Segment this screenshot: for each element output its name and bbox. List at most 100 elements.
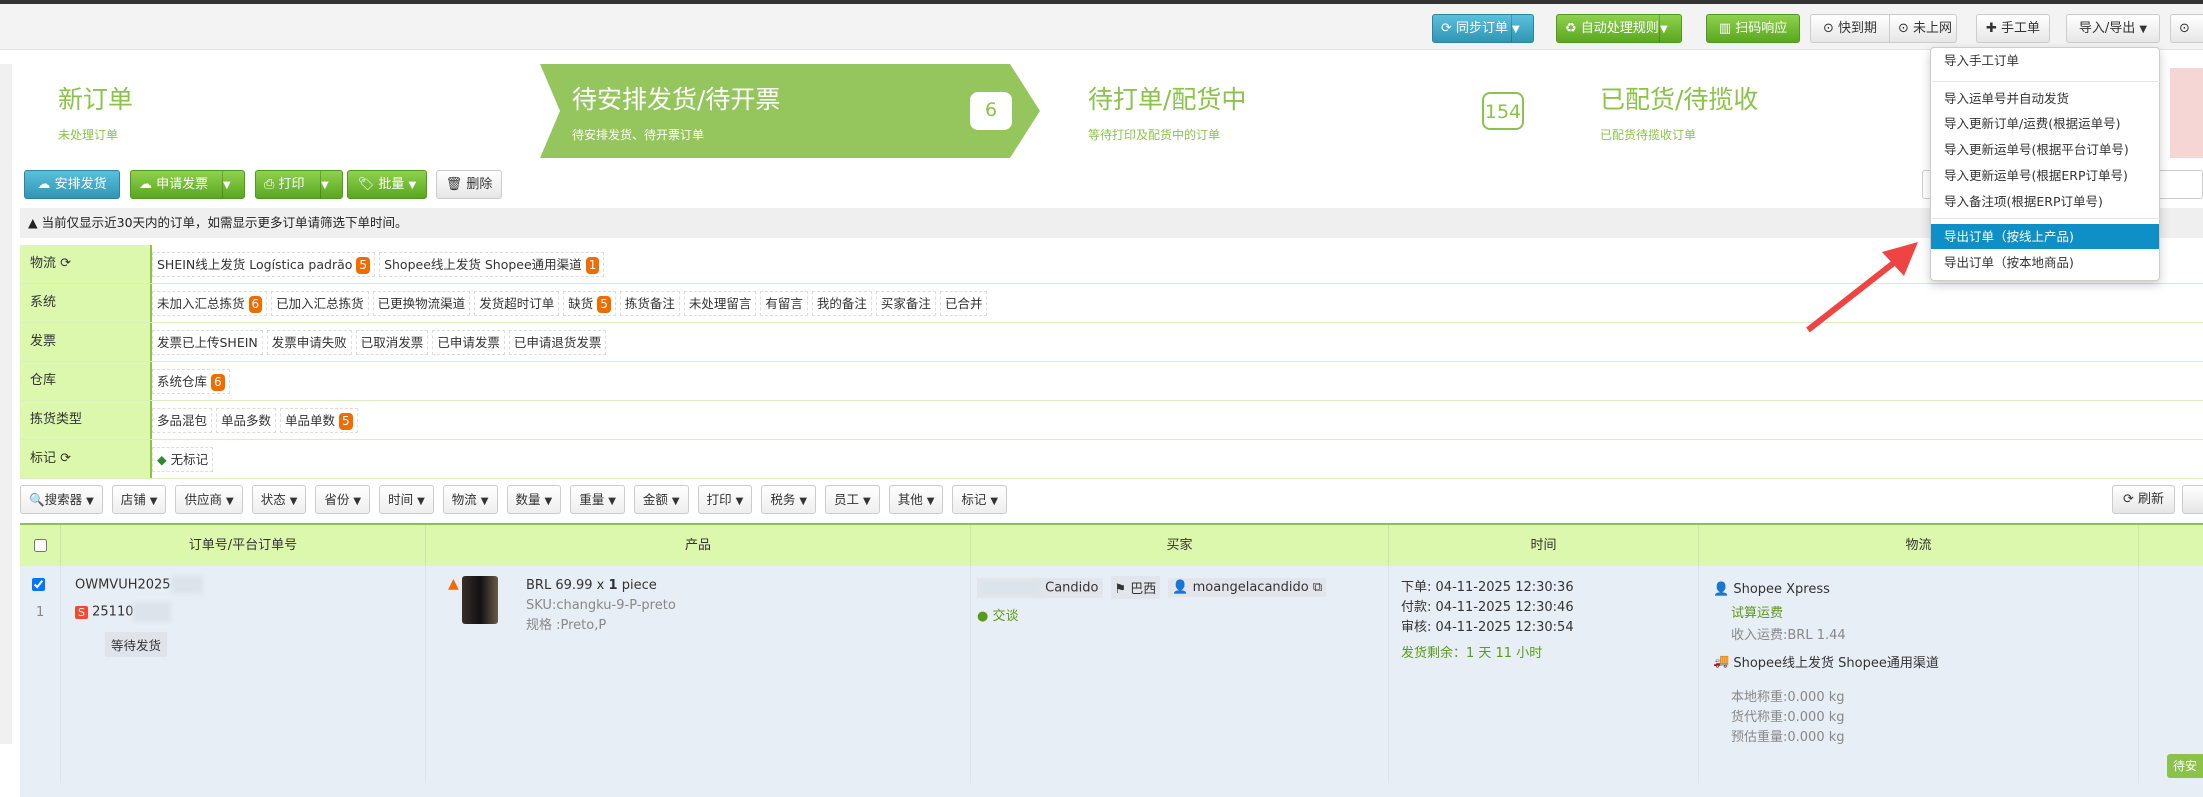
filter-chip[interactable]: 未处理留言 xyxy=(683,291,757,316)
refresh-button[interactable]: ⟳ 刷新 xyxy=(2112,485,2175,514)
sync-orders-button[interactable]: ⟳ 同步订单 ▼ xyxy=(1432,14,1534,43)
filter-chip[interactable]: 拣货备注 xyxy=(619,291,680,316)
filter-chip[interactable]: 缺货 5 xyxy=(563,291,616,316)
search-icon: 🔍 xyxy=(29,492,45,507)
recycle-icon: ♻ xyxy=(1565,21,1577,36)
stage-tab-pending-ship[interactable]: 待安排发货/待开票 待安排发货、待开票订单 6 xyxy=(540,64,1040,158)
filter-dropdown-button[interactable]: 标记 ▼ xyxy=(952,485,1008,514)
delete-button[interactable]: 🗑 删除 xyxy=(436,170,502,199)
filter-dropdown-button[interactable]: 省份 ▼ xyxy=(315,485,371,514)
apply-invoice-button[interactable]: ☁ 申请发票 ▼ xyxy=(130,170,245,199)
menu-divider xyxy=(1932,81,2160,82)
table-header: 订单号/平台订单号 产品 买家 时间 物流 xyxy=(20,523,2203,566)
menu-import-tracking-platform[interactable]: 导入更新运单号(根据平台订单号) xyxy=(1931,137,2159,162)
filter-row: 拣货类型 多品混包 单品多数 单品单数 5 xyxy=(20,401,2203,440)
more-filter-button[interactable] xyxy=(2182,485,2203,514)
invoice-dropdown-toggle[interactable]: ▼ xyxy=(222,171,244,198)
refresh-icon[interactable]: ⟳ xyxy=(60,256,71,271)
filter-dropdown-button[interactable]: 物流 ▼ xyxy=(442,485,498,514)
stage-tab-packed[interactable]: 已配货/待揽收 已配货待揽收订单 xyxy=(1565,64,1925,158)
filter-dropdown-button[interactable]: 🔍搜索器 ▼ xyxy=(20,485,103,514)
filter-chip[interactable]: 发票申请失败 xyxy=(266,330,352,355)
arrange-shipping-button[interactable]: ☁ 安排发货 xyxy=(24,170,120,199)
row-checkbox[interactable] xyxy=(32,578,45,591)
filter-dropdown-button[interactable]: 时间 ▼ xyxy=(379,485,434,514)
menu-import-manual[interactable]: 导入手工订单 xyxy=(1931,48,2159,73)
filter-button-bar: 🔍搜索器 ▼ 店铺 ▼ 供应商 ▼ 状态 ▼ 省份 ▼ 时间 ▼ 物流 ▼ 数量 ▼ 重量 ▼ 金… xyxy=(20,485,1008,514)
filter-dropdown-button[interactable]: 重量 ▼ xyxy=(570,485,625,514)
count-badge: 6 xyxy=(248,296,263,313)
filter-chip[interactable]: 已申请发票 xyxy=(432,330,505,355)
menu-export-local-product[interactable]: 导出订单（按本地商品) xyxy=(1931,250,2159,275)
expiring-button[interactable]: ⊙ 快到期 xyxy=(1810,14,1890,43)
not-online-button[interactable]: ⊙ 未上网 xyxy=(1889,14,1957,43)
caret-down-icon: ▼ xyxy=(544,496,553,507)
filter-chip[interactable]: 买家备注 xyxy=(875,291,936,316)
row-status-button[interactable]: 待安 xyxy=(2167,754,2203,778)
filter-dropdown-button[interactable]: 税务 ▼ xyxy=(761,485,817,514)
user-icon: 👤 xyxy=(1172,580,1189,595)
filter-dropdown-button[interactable]: 店铺 ▼ xyxy=(111,485,167,514)
stage-tab-printing[interactable]: 待打单/配货中 等待打印及配货中的订单 154 xyxy=(1050,64,1550,158)
caret-down-icon: ▼ xyxy=(863,496,871,507)
print-dropdown-toggle[interactable]: ▼ xyxy=(320,171,342,198)
menu-import-update-order[interactable]: 导入更新订单/运费(根据运单号) xyxy=(1931,111,2159,136)
menu-import-tracking-ship[interactable]: 导入运单号并自动发货 xyxy=(1931,86,2159,111)
platform-order-number[interactable]: 25110 xyxy=(92,605,133,620)
filter-chip[interactable]: SHEIN线上发货 Logística padrão 5 xyxy=(152,252,376,277)
filter-chip[interactable]: Shopee线上发货 Shopee通用渠道 1 xyxy=(379,252,605,277)
order-number[interactable]: OWMVUH2025 xyxy=(75,578,171,593)
filter-dropdown-button[interactable]: 打印 ▼ xyxy=(697,485,753,514)
filter-dropdown-button[interactable]: 数量 ▼ xyxy=(506,485,562,514)
filter-dropdown-button[interactable]: 金额 ▼ xyxy=(633,485,689,514)
filter-dropdown-button[interactable]: 其他 ▼ xyxy=(888,485,944,514)
count-badge: 5 xyxy=(356,257,371,274)
product-cell: ▲ BRL 69.99 x 1 piece SKU:changku-9-P-pr… xyxy=(426,566,971,783)
user-icon: 👤 xyxy=(1713,582,1730,597)
sync-dropdown-toggle[interactable]: ▼ xyxy=(1511,15,1533,42)
calc-fee-link[interactable]: 试算运费 xyxy=(1731,604,2138,624)
copy-icon[interactable]: ⧉ xyxy=(1313,580,1322,595)
print-button[interactable]: ⎙ 打印 ▼ xyxy=(255,170,343,199)
filter-chip[interactable]: 发货超时订单 xyxy=(474,291,560,316)
chat-link[interactable]: ● 交谈 xyxy=(977,605,1388,624)
manual-order-button[interactable]: ✚ 手工单 xyxy=(1976,14,2050,43)
stage-tab-new[interactable]: 新订单 未处理订单 xyxy=(20,64,525,158)
caret-down-icon: ▼ xyxy=(926,496,935,507)
filter-chip[interactable]: 多品混包 xyxy=(152,408,213,433)
filter-dropdown-button[interactable]: 状态 ▼ xyxy=(251,485,307,514)
time-label: 付款: xyxy=(1401,600,1432,615)
filter-chip[interactable]: 我的备注 xyxy=(811,291,872,316)
filter-chip[interactable]: 系统仓库 6 xyxy=(152,369,230,394)
batch-button[interactable]: 🏷 批量 ▼ xyxy=(347,170,427,199)
refresh-icon[interactable]: ⟳ xyxy=(60,451,71,466)
menu-export-online-product[interactable]: 导出订单（按线上产品) xyxy=(1931,224,2159,249)
import-export-button[interactable]: 导入/导出 ▼ xyxy=(2066,14,2160,43)
forwarder-weight: 货代称重:0.000 kg xyxy=(1731,710,1845,725)
filter-chip[interactable]: 已更换物流渠道 xyxy=(372,291,471,316)
more-button[interactable]: ⊙ xyxy=(2170,14,2203,43)
filter-chip[interactable]: 未加入汇总拣货 6 xyxy=(152,291,268,316)
auto-rules-button[interactable]: ♻ 自动处理规则 ▼ xyxy=(1556,14,1682,43)
select-all-checkbox[interactable] xyxy=(33,539,47,552)
auto-rules-dropdown-toggle[interactable]: ▼ xyxy=(1659,15,1681,42)
menu-import-notes[interactable]: 导入备注项(根据ERP订单号) xyxy=(1931,189,2159,214)
filter-dropdown-button[interactable]: 供应商 ▼ xyxy=(175,485,243,514)
filter-chip[interactable]: ◆ 无标记 xyxy=(152,447,214,472)
filter-chip[interactable]: 发票已上传SHEIN xyxy=(152,330,263,355)
menu-import-tracking-erp[interactable]: 导入更新运单号(根据ERP订单号) xyxy=(1931,163,2159,188)
shipping-channel: Shopee线上发货 Shopee通用渠道 xyxy=(1733,656,1939,671)
sync-icon: ⟳ xyxy=(1441,21,1452,36)
filter-chip[interactable]: 单品多数 xyxy=(216,408,277,433)
filter-chip[interactable]: 已申请退货发票 xyxy=(508,330,607,355)
barcode-icon: ▥ xyxy=(1718,21,1732,36)
filter-chip[interactable]: 已合并 xyxy=(939,291,988,316)
filter-chip[interactable]: 已加入汇总拣货 xyxy=(271,291,369,316)
stage-tab-exception[interactable] xyxy=(2170,68,2203,158)
filter-chip[interactable]: 已取消发票 xyxy=(355,330,429,355)
product-thumbnail[interactable] xyxy=(462,576,498,624)
filter-dropdown-button[interactable]: 员工 ▼ xyxy=(825,485,880,514)
filter-chip[interactable]: 单品单数 5 xyxy=(280,408,358,433)
scan-button[interactable]: ▥ 扫码响应 xyxy=(1706,14,1800,43)
filter-chip[interactable]: 有留言 xyxy=(760,291,808,316)
